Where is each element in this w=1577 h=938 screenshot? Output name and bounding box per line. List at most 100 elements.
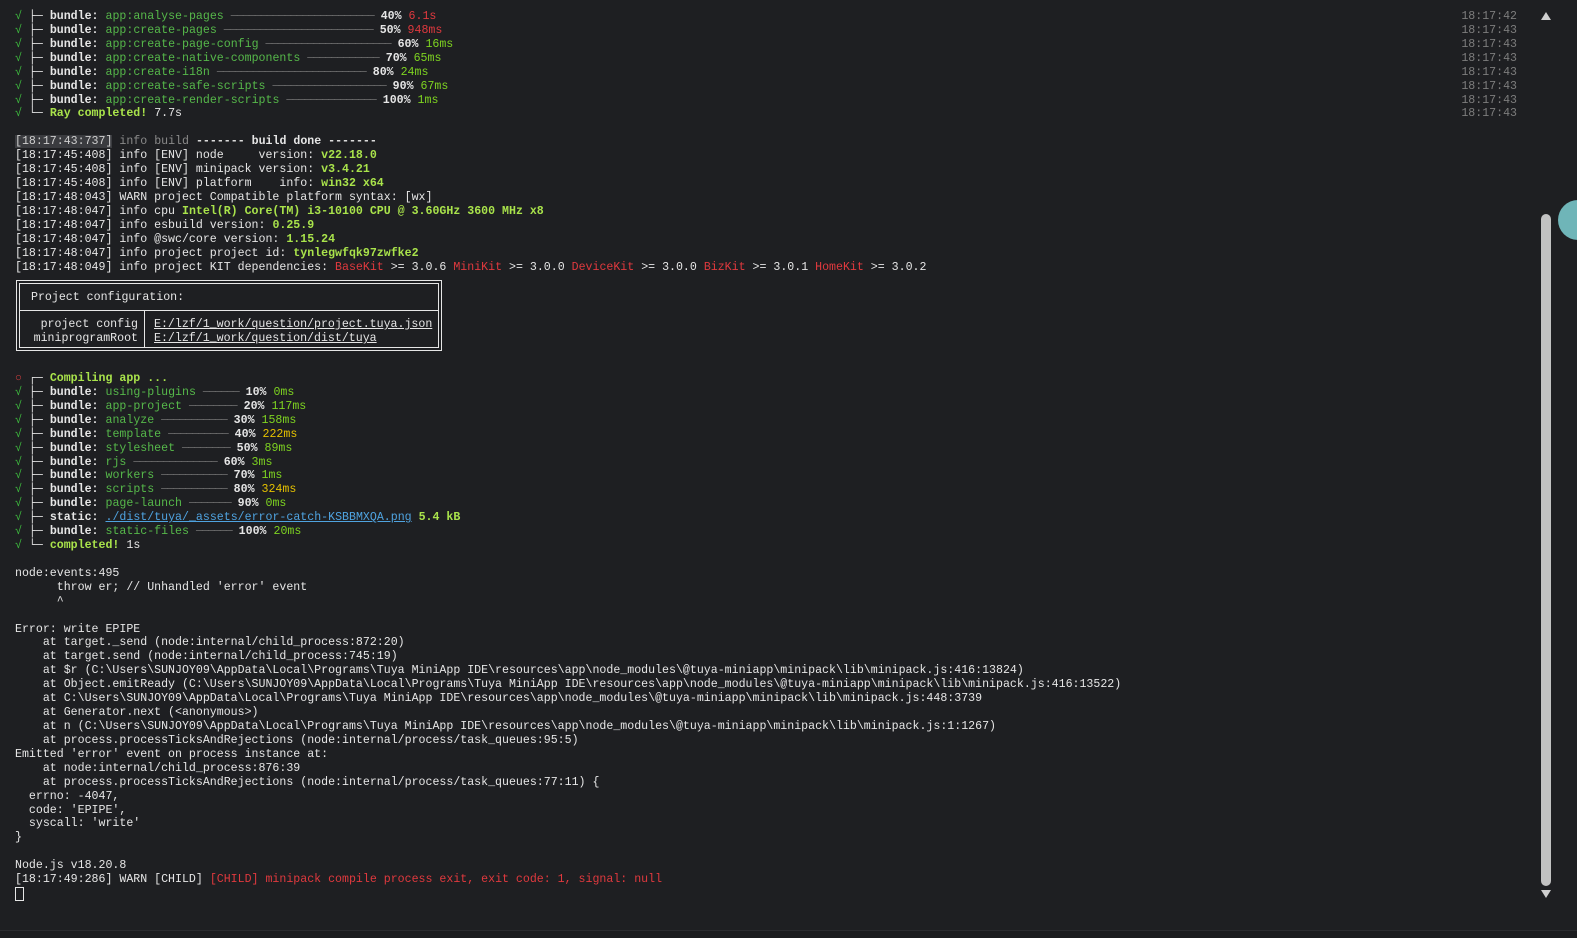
error-text: at n (C:\Users\SUNJOY09\AppData\Local\Pr… bbox=[15, 720, 996, 734]
error-line: code: 'EPIPE', bbox=[15, 804, 1525, 818]
vertical-scrollbar[interactable] bbox=[1538, 8, 1555, 902]
bundle-line: √ ├─ bundle: app:create-native-component… bbox=[15, 52, 1525, 66]
tree-branch: ├─ bbox=[21, 455, 50, 469]
config-value-miniprogram-root[interactable]: E:/lzf/1_work/question/dist/tuya bbox=[154, 332, 377, 346]
bundle-label: bundle: bbox=[49, 399, 99, 413]
log-prefix: [18:17:48:049] info project KIT dependen… bbox=[15, 260, 336, 274]
bundle-percent: 100% bbox=[238, 525, 267, 539]
check-icon: √ bbox=[15, 385, 22, 399]
project-config-title: Project configuration: bbox=[31, 291, 185, 304]
bundle-name: scripts bbox=[105, 483, 155, 497]
bundle-label: bundle: bbox=[49, 455, 99, 469]
bundle-percent: 40% bbox=[380, 10, 402, 23]
bundle-line: √ ├─ bundle: app:create-page-config ────… bbox=[15, 38, 1525, 52]
bundle-name: static-files bbox=[105, 525, 189, 539]
bundle-line: √ ├─ bundle: stylesheet ──────── 50% 89m… bbox=[15, 442, 1525, 456]
kit-name: MiniKit bbox=[453, 260, 503, 274]
completed-time: 1s bbox=[126, 539, 141, 553]
log-prefix: [18:17:48:047] info project project id: bbox=[15, 246, 294, 260]
cursor-icon bbox=[15, 887, 24, 902]
progress-bar: ──────────── bbox=[307, 51, 379, 65]
tree-branch: ├─ bbox=[21, 511, 50, 525]
error-line bbox=[15, 845, 1525, 859]
bundle-name: app:create-page-config bbox=[105, 37, 259, 51]
scrollbar-track[interactable] bbox=[1541, 24, 1551, 886]
log-prefix: [18:17:48:043] WARN project Compatible p… bbox=[15, 190, 433, 204]
check-icon: √ bbox=[15, 93, 22, 107]
bundle-name: rjs bbox=[105, 455, 127, 469]
progress-bar: ────── bbox=[202, 385, 240, 399]
tree-branch: ├─ bbox=[21, 65, 50, 79]
asset-size: 5.4 kB bbox=[418, 511, 461, 525]
timestamp: 18:17:43 bbox=[1461, 107, 1517, 121]
tree-branch: ├─ bbox=[21, 413, 50, 427]
error-line: at n (C:\Users\SUNJOY09\AppData\Local\Pr… bbox=[15, 720, 1525, 734]
bundle-time: 16ms bbox=[425, 37, 454, 51]
log-prefix: [18:17:48:047] info cpu bbox=[15, 204, 182, 218]
bundle-line: √ ├─ bundle: app-project ──────── 20% 11… bbox=[15, 400, 1525, 414]
bundle-time: 20ms bbox=[273, 525, 302, 539]
log-value: v3.4.21 bbox=[321, 163, 370, 177]
check-icon: √ bbox=[15, 427, 22, 441]
env-log-line: [18:17:48:047] info esbuild version: 0.2… bbox=[15, 219, 1525, 233]
tree-branch: └─ bbox=[21, 107, 50, 121]
check-icon: √ bbox=[15, 469, 22, 483]
timestamp: 18:17:43 bbox=[1461, 23, 1517, 37]
check-icon: √ bbox=[15, 511, 22, 525]
scrollbar-thumb[interactable] bbox=[1541, 213, 1551, 886]
bundle-time: 0ms bbox=[273, 385, 295, 399]
tree-branch: ├─ bbox=[21, 483, 50, 497]
bundle-percent: 50% bbox=[236, 441, 258, 455]
scroll-down-icon[interactable] bbox=[1541, 890, 1551, 898]
terminal-output[interactable]: √ ├─ bundle: app:analyse-pages ─────────… bbox=[0, 0, 1538, 938]
check-icon: √ bbox=[15, 51, 22, 65]
tree-branch: ├─ bbox=[21, 469, 50, 483]
kit-deps-line: [18:17:48:049] info project KIT dependen… bbox=[15, 261, 1525, 275]
error-text: Node.js v18.20.8 bbox=[15, 859, 127, 873]
error-line bbox=[15, 609, 1525, 623]
check-icon: √ bbox=[15, 525, 22, 539]
check-icon: √ bbox=[15, 497, 22, 511]
warn-message: [CHILD] minipack compile process exit, e… bbox=[209, 873, 663, 887]
tree-branch: ├─ bbox=[21, 525, 50, 539]
scroll-up-icon[interactable] bbox=[1541, 12, 1551, 20]
bundle-time: 24ms bbox=[400, 65, 429, 79]
bundle-percent: 90% bbox=[237, 497, 259, 511]
bundle-percent: 20% bbox=[243, 399, 265, 413]
error-text: at target._send (node:internal/child_pro… bbox=[15, 636, 405, 650]
check-icon: √ bbox=[15, 107, 22, 121]
static-label: static: bbox=[49, 511, 99, 525]
bundle-label: bundle: bbox=[49, 427, 99, 441]
floating-assistant-bubble[interactable] bbox=[1558, 200, 1577, 240]
env-log-line: [18:17:48:043] WARN project Compatible p… bbox=[15, 191, 1525, 205]
error-text: node:events:495 bbox=[15, 566, 120, 580]
kit-name: HomeKit bbox=[815, 260, 864, 274]
bundle-time: 1ms bbox=[261, 469, 283, 483]
bundle-line: √ ├─ bundle: rjs ────────────── 60% 3ms bbox=[15, 456, 1525, 470]
prompt-line bbox=[15, 887, 1525, 902]
completed-label: Ray completed! bbox=[49, 107, 148, 121]
asset-path-link[interactable]: ./dist/tuya/_assets/error-catch-KSBBMXQA… bbox=[105, 511, 411, 524]
error-text: at node:internal/child_process:876:39 bbox=[15, 761, 301, 775]
log-value: v22.18.0 bbox=[321, 149, 377, 163]
bundle-percent: 90% bbox=[392, 79, 414, 93]
bundle-name: app:create-render-scripts bbox=[105, 93, 280, 107]
bundle-name: app:analyse-pages bbox=[105, 10, 224, 23]
progress-bar: ─────── bbox=[188, 497, 232, 511]
progress-bar: ────────────── bbox=[133, 455, 217, 469]
check-icon: √ bbox=[15, 65, 22, 79]
bundle-time: 324ms bbox=[261, 483, 297, 497]
bundle-label: bundle: bbox=[49, 79, 99, 93]
pending-icon: ○ bbox=[15, 371, 22, 385]
tree-branch: └─ bbox=[21, 539, 50, 553]
compiling-line: ○ ┌─ Compiling app ... bbox=[15, 372, 1525, 386]
error-line: at Generator.next (<anonymous>) bbox=[15, 706, 1525, 720]
config-value-project-config[interactable]: E:/lzf/1_work/question/project.tuya.json bbox=[154, 318, 432, 332]
progress-bar: ──────── bbox=[188, 399, 238, 413]
error-text: at $r (C:\Users\SUNJOY09\AppData\Local\P… bbox=[15, 664, 1024, 678]
env-log-line: [18:17:45:408] info [ENV] platform info:… bbox=[15, 177, 1525, 191]
final-warn-line: [18:17:49:286] WARN [CHILD] [CHILD] mini… bbox=[15, 873, 1525, 887]
error-line: throw er; // Unhandled 'error' event bbox=[15, 581, 1525, 595]
bundle-label: bundle: bbox=[49, 51, 99, 65]
